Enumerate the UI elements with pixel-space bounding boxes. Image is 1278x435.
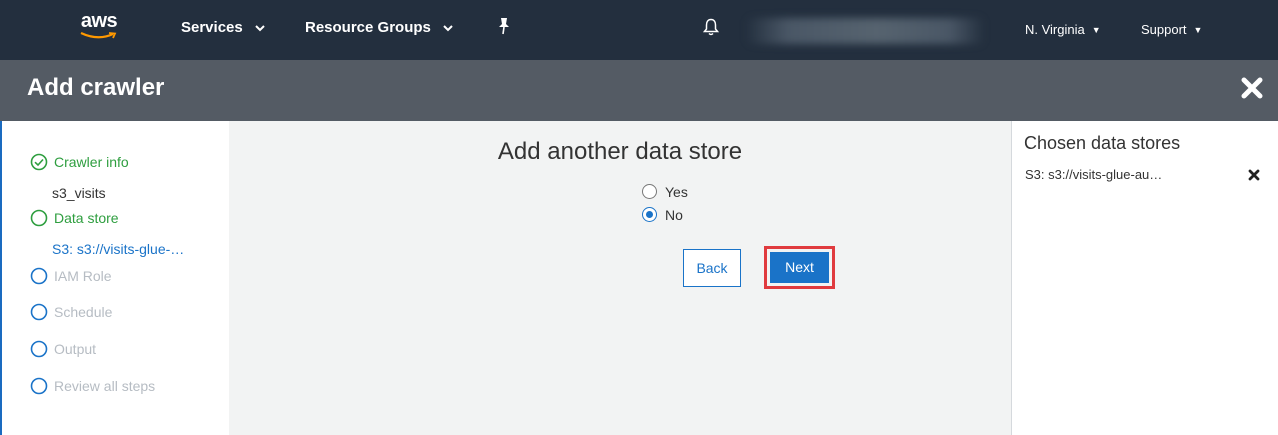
circle-icon — [30, 377, 48, 395]
chevron-down-icon — [255, 24, 265, 31]
aws-logo-text: aws — [80, 10, 118, 32]
caret-down-icon: ▼ — [1193, 25, 1203, 35]
circle-icon — [30, 267, 48, 285]
region-label: N. Virginia — [1025, 22, 1085, 37]
remove-icon[interactable] — [1248, 168, 1260, 184]
step-label: IAM Role — [54, 268, 112, 284]
panel-title: Chosen data stores — [1024, 133, 1181, 153]
bell-icon[interactable] — [702, 18, 720, 39]
back-button[interactable]: Back — [683, 249, 741, 287]
step-crawler-info-value: s3_visits — [52, 185, 106, 201]
step-label: Crawler info — [54, 154, 129, 170]
option-label: No — [665, 207, 683, 223]
page-header: Add crawler — [0, 60, 1278, 121]
radio-no[interactable] — [642, 207, 657, 222]
step-label: Review all steps — [54, 378, 156, 394]
support-menu[interactable]: Support ▼ — [1141, 22, 1202, 37]
support-label: Support — [1141, 22, 1187, 37]
resource-groups-label: Resource Groups — [305, 19, 431, 36]
next-button-highlight: Next — [764, 246, 835, 289]
data-store-item: S3: s3://visits-glue-au… — [1025, 167, 1163, 182]
pin-icon[interactable] — [497, 17, 511, 38]
circle-icon — [30, 209, 48, 227]
section-heading: Add another data store — [497, 138, 743, 165]
step-label: Schedule — [54, 304, 113, 320]
step-data-store-value: S3: s3://visits-glue-… — [52, 241, 185, 257]
top-navigation: aws Services Resource Groups N. Virginia… — [0, 0, 1278, 60]
circle-icon — [30, 340, 48, 358]
region-menu[interactable]: N. Virginia ▼ — [1025, 22, 1101, 37]
step-label: Data store — [54, 210, 119, 226]
chosen-data-stores-panel: Chosen data stores S3: s3://visits-glue-… — [1011, 121, 1278, 435]
aws-logo[interactable]: aws — [76, 10, 122, 46]
circle-icon — [30, 303, 48, 321]
resource-groups-menu[interactable]: Resource Groups — [305, 19, 453, 36]
step-label: Output — [54, 341, 97, 357]
caret-down-icon: ▼ — [1091, 25, 1101, 35]
services-menu[interactable]: Services — [181, 19, 265, 36]
services-label: Services — [181, 19, 243, 36]
account-menu[interactable] — [745, 18, 985, 44]
wizard-steps: Crawler info s3_visits Data store S3: s3… — [0, 121, 229, 435]
main-content: Add another data store Yes No Back Next — [229, 121, 1011, 435]
radio-yes[interactable] — [642, 184, 657, 199]
page-title: Add crawler — [27, 74, 165, 101]
aws-smile-icon — [80, 32, 117, 39]
chevron-down-icon — [443, 24, 453, 31]
close-icon[interactable] — [1240, 76, 1264, 103]
next-button[interactable]: Next — [770, 252, 829, 283]
check-circle-icon — [30, 153, 48, 171]
option-label: Yes — [665, 184, 688, 200]
